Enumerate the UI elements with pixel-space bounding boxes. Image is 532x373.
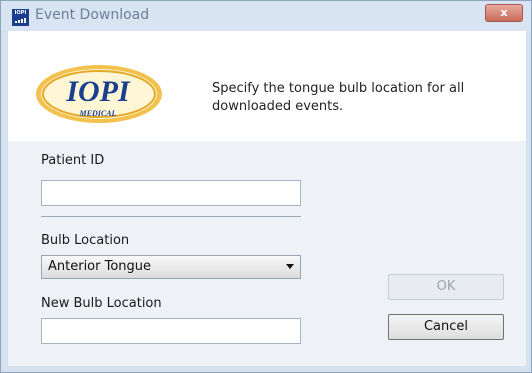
app-icon-label: IOPI: [14, 10, 27, 16]
event-download-dialog: IOPI Event Download x IOPI MEDICAL Speci…: [0, 0, 532, 373]
section-divider: [41, 216, 301, 217]
title-bar[interactable]: IOPI Event Download x: [1, 1, 531, 31]
logo-subtext: MEDICAL: [79, 109, 117, 118]
bulb-location-selected: Anterior Tongue: [48, 259, 152, 274]
patient-id-input[interactable]: [41, 180, 301, 206]
ok-button[interactable]: OK: [388, 274, 504, 300]
new-bulb-location-label: New Bulb Location: [41, 296, 162, 311]
cancel-button[interactable]: Cancel: [388, 314, 504, 340]
instruction-text: Specify the tongue bulb location for all…: [212, 81, 465, 114]
close-icon: x: [500, 6, 508, 19]
bulb-location-label: Bulb Location: [41, 233, 130, 248]
bar-chart-icon: [15, 18, 26, 23]
new-bulb-location-input[interactable]: [41, 318, 301, 344]
bulb-location-dropdown[interactable]: Anterior Tongue: [41, 255, 301, 279]
logo-text: IOPI: [65, 75, 131, 108]
window-title: Event Download: [35, 7, 150, 23]
iopi-app-icon: IOPI: [12, 9, 29, 26]
dropdown-arrow-icon: [286, 264, 294, 269]
patient-id-label: Patient ID: [41, 153, 105, 168]
iopi-medical-logo: IOPI MEDICAL: [36, 65, 162, 123]
close-button[interactable]: x: [485, 4, 523, 22]
